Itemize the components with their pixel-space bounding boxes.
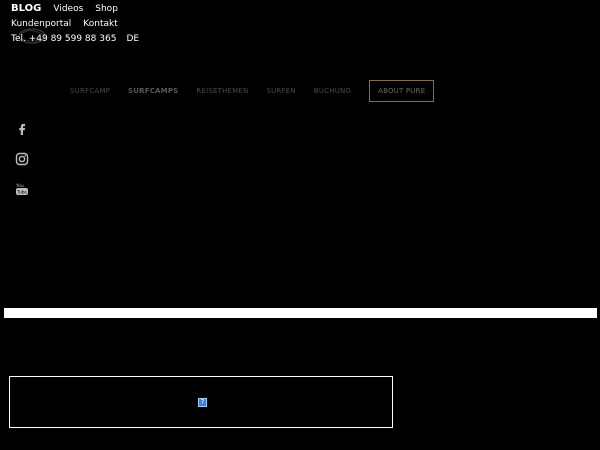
blog-link[interactable]: BLOG bbox=[11, 1, 41, 16]
nav-item-surfen[interactable]: SURFEN bbox=[266, 87, 295, 95]
nav-item-surfcamps[interactable]: SURFCAMPS bbox=[128, 87, 178, 95]
page: BLOG Videos Shop Kundenportal Kontakt Te… bbox=[0, 0, 600, 450]
white-band-divider bbox=[4, 308, 597, 318]
nav-item-reisethemen[interactable]: REISETHEMEN bbox=[196, 87, 248, 95]
youtube-icon[interactable]: You Tube bbox=[15, 182, 29, 196]
kundenportal-link[interactable]: Kundenportal bbox=[11, 17, 71, 32]
embedded-frame: ? bbox=[9, 376, 393, 428]
main-navigation: SURFCAMP SURFCAMPS REISETHEMEN SURFEN BU… bbox=[70, 80, 435, 102]
instagram-icon[interactable] bbox=[15, 152, 29, 166]
shop-link[interactable]: Shop bbox=[95, 2, 118, 17]
svg-text:Tube: Tube bbox=[16, 190, 27, 195]
top-utility-links: BLOG Videos Shop Kundenportal Kontakt Te… bbox=[11, 1, 139, 47]
social-icons: You Tube bbox=[15, 122, 31, 212]
nav-item-surfcamp[interactable]: SURFCAMP bbox=[70, 87, 110, 95]
kontakt-link[interactable]: Kontakt bbox=[83, 17, 117, 32]
language-switch[interactable]: DE bbox=[126, 32, 139, 47]
facebook-icon[interactable] bbox=[15, 122, 29, 136]
broken-image-icon: ? bbox=[198, 398, 207, 407]
videos-link[interactable]: Videos bbox=[53, 2, 83, 17]
nav-item-buchung[interactable]: BUCHUNG bbox=[314, 87, 351, 95]
phone-link[interactable]: Tel. +49 89 599 88 365 bbox=[11, 32, 116, 47]
nav-item-about-pure[interactable]: ABOUT PURE bbox=[369, 80, 435, 102]
